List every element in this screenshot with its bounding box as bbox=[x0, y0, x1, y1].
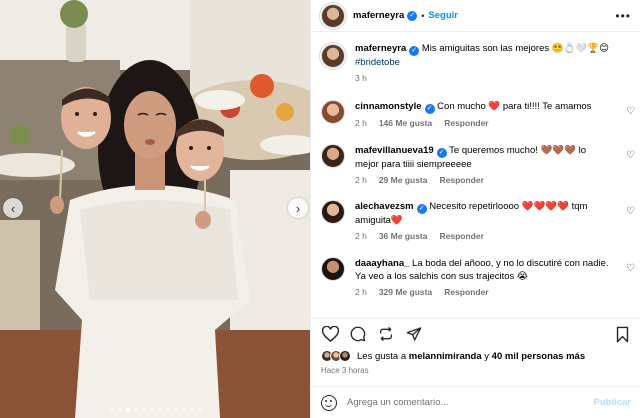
carousel-dot bbox=[134, 408, 138, 412]
comment-composer: Publicar bbox=[311, 386, 640, 418]
post-details-panel: maferneyra ✓ • Seguir ••• maferneyra ✓ Mi… bbox=[310, 0, 640, 418]
carousel-dot bbox=[174, 408, 178, 412]
commenter-avatar[interactable] bbox=[321, 257, 345, 281]
liker-avatar bbox=[339, 350, 351, 362]
carousel-dot bbox=[198, 408, 202, 412]
heart-icon bbox=[321, 325, 339, 342]
more-options-icon[interactable]: ••• bbox=[615, 9, 631, 23]
verified-badge-icon: ✓ bbox=[424, 104, 435, 114]
emoji-icon[interactable] bbox=[321, 394, 337, 411]
reply-button[interactable]: Responder bbox=[439, 231, 483, 241]
author-username[interactable]: maferneyra bbox=[353, 10, 404, 21]
liker-username[interactable]: melannimiranda bbox=[409, 351, 482, 362]
comment-item: alechavezsm ✓ Necesito repetirloooo ❤️❤️❤… bbox=[321, 200, 640, 241]
comment-text: Con mucho ❤️ para ti!!!! Te amamos bbox=[437, 101, 592, 112]
carousel-dot-active bbox=[126, 408, 130, 412]
carousel-dot bbox=[166, 408, 170, 412]
comment-button[interactable] bbox=[349, 325, 367, 343]
likes-prefix: Les gusta a bbox=[357, 350, 407, 362]
carousel-dot bbox=[110, 408, 114, 412]
save-button[interactable] bbox=[613, 325, 631, 343]
like-button[interactable] bbox=[321, 325, 339, 343]
comment-age: 2 h bbox=[355, 118, 367, 128]
like-comment-heart-icon[interactable]: ♡ bbox=[626, 263, 635, 274]
carousel-dot bbox=[118, 408, 122, 412]
likes-count[interactable]: 40 mil personas más bbox=[492, 351, 585, 362]
post-header: maferneyra ✓ • Seguir ••• bbox=[311, 0, 640, 32]
post-photo[interactable]: ‹ › bbox=[0, 0, 310, 418]
comment-icon bbox=[350, 326, 366, 341]
carousel-indicator bbox=[110, 408, 202, 412]
share-button[interactable] bbox=[405, 325, 423, 343]
carousel-dot bbox=[142, 408, 146, 412]
commenter-avatar[interactable] bbox=[321, 200, 345, 224]
comment-likes[interactable]: 329 Me gusta bbox=[379, 287, 432, 297]
comment-input[interactable] bbox=[347, 397, 577, 408]
comment-item: cinnamonstyle ✓ Con mucho ❤️ para ti!!!! … bbox=[321, 100, 640, 128]
comment-item: mafevillanueva19 ✓ Te queremos mucho! 🤎🤎🤎… bbox=[321, 144, 640, 185]
chevron-right-icon: › bbox=[295, 200, 301, 216]
likes-summary: Les gusta a melannimiranda y 40 mil pers… bbox=[321, 350, 585, 362]
commenter-username[interactable]: daaayhana_ bbox=[355, 258, 409, 269]
caption-username[interactable]: maferneyra bbox=[355, 43, 406, 54]
comment-likes[interactable]: 29 Me gusta bbox=[379, 175, 428, 185]
comment-age: 2 h bbox=[355, 231, 367, 241]
comment-age: 2 h bbox=[355, 287, 367, 297]
verified-badge-icon: ✓ bbox=[409, 46, 420, 56]
caption-text: Mis amiguitas son las mejores 😵‍💫💍🤍🏆😊 bbox=[421, 43, 609, 54]
follow-button[interactable]: Seguir bbox=[428, 10, 458, 21]
publish-button[interactable]: Publicar bbox=[594, 397, 632, 408]
author-avatar[interactable] bbox=[321, 3, 345, 28]
comment-age: 2 h bbox=[355, 175, 367, 185]
instagram-post-modal: ‹ › maferneyra ✓ • Seguir ••• maferneyra… bbox=[0, 0, 640, 418]
post-action-bar bbox=[311, 318, 640, 348]
caption-age: 3 h bbox=[355, 73, 367, 83]
repost-button[interactable] bbox=[377, 325, 395, 343]
verified-badge-icon: ✓ bbox=[407, 10, 418, 21]
verified-badge-icon: ✓ bbox=[436, 148, 447, 158]
separator-dot: • bbox=[421, 10, 425, 21]
repost-icon bbox=[380, 326, 392, 341]
commenter-username[interactable]: mafevillanueva19 bbox=[355, 145, 434, 156]
reply-button[interactable]: Responder bbox=[439, 175, 483, 185]
commenter-avatar[interactable] bbox=[321, 144, 345, 168]
commenter-username[interactable]: cinnamonstyle bbox=[355, 101, 422, 112]
photo-illustration bbox=[0, 0, 310, 418]
carousel-dot bbox=[150, 408, 154, 412]
reply-button[interactable]: Responder bbox=[444, 118, 488, 128]
carousel-dot bbox=[158, 408, 162, 412]
bookmark-icon bbox=[616, 326, 628, 342]
carousel-dot bbox=[182, 408, 186, 412]
likes-middle: y bbox=[484, 350, 490, 362]
post-caption: maferneyra ✓ Mis amiguitas son las mejore… bbox=[321, 42, 631, 83]
like-comment-heart-icon[interactable]: ♡ bbox=[626, 206, 635, 217]
next-photo-button[interactable]: › bbox=[288, 198, 308, 218]
previous-photo-button[interactable]: ‹ bbox=[3, 198, 23, 218]
carousel-dot bbox=[190, 408, 194, 412]
like-comment-heart-icon[interactable]: ♡ bbox=[626, 106, 635, 117]
like-comment-heart-icon[interactable]: ♡ bbox=[626, 150, 635, 161]
reply-button[interactable]: Responder bbox=[444, 287, 488, 297]
comment-likes[interactable]: 146 Me gusta bbox=[379, 118, 432, 128]
chevron-left-icon: ‹ bbox=[10, 200, 16, 216]
post-timestamp: Hace 3 horas bbox=[321, 366, 369, 375]
comment-likes[interactable]: 36 Me gusta bbox=[379, 231, 428, 241]
comment-item: daaayhana_ La boda del añooo, y no lo di… bbox=[321, 257, 640, 297]
caption-avatar[interactable] bbox=[321, 44, 345, 68]
verified-badge-icon: ✓ bbox=[416, 204, 427, 214]
share-icon bbox=[406, 326, 422, 341]
commenter-username[interactable]: alechavezsm bbox=[355, 201, 414, 212]
commenter-avatar[interactable] bbox=[321, 100, 345, 124]
hashtag-link[interactable]: #bridetobe bbox=[355, 56, 625, 69]
